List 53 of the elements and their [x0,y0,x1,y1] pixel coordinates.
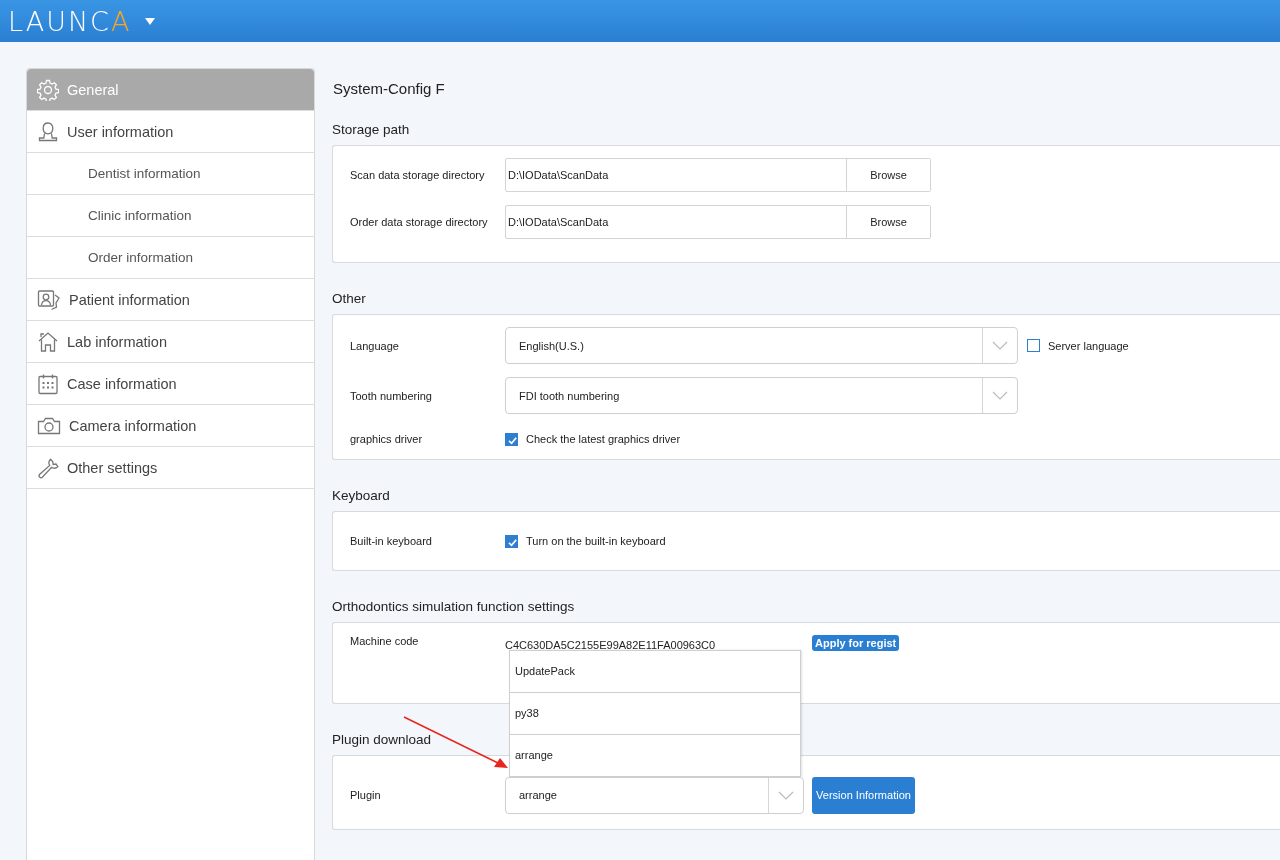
version-button[interactable]: Version Information [812,776,915,814]
section-title: Plugin download [332,731,433,749]
sidebar-item[interactable]: Clinic information [27,195,314,237]
calendar-icon [37,372,59,395]
sidebar-item[interactable]: Case information [27,363,314,405]
wrench-icon [37,456,59,479]
page-title: System-Config F [333,80,445,97]
section-title: Storage path [332,121,411,139]
checkbox-label[interactable]: Turn on the built-in keyboard [526,535,666,547]
sidebar-item[interactable]: Order information [27,237,314,279]
gear-icon [37,78,59,101]
logo: LAUNCA [8,7,132,35]
sidebar-item[interactable]: Dentist information [27,153,314,195]
checkbox-label[interactable]: Server language [1048,339,1129,352]
patient-icon [37,288,61,311]
sidebar-item[interactable]: User information [27,111,314,153]
path-field[interactable]: D:\IOData\ScanData Browse [505,158,931,192]
browse-button[interactable]: Browse [846,159,930,191]
user-icon [37,120,59,143]
sidebar-item[interactable]: Camera information [27,405,314,447]
apply-button[interactable]: Apply for regist [812,635,900,651]
field-label: Tooth numbering [350,389,433,402]
browse-button[interactable]: Browse [846,206,930,238]
section-title: Orthodontics simulation function settings [332,598,576,616]
sidebar-item[interactable]: Patient information [27,279,314,321]
sidebar-item[interactable]: Other settings [27,447,314,489]
field-label: Plugin [350,789,382,801]
chevron-down-icon [992,391,1008,400]
dropdown[interactable]: arrange [505,776,804,814]
machine-code: C4C630DA5C2155E99A82E11FA00963C0 [505,638,717,651]
caret-icon[interactable] [145,17,156,25]
path-field[interactable]: D:\IOData\ScanData Browse [505,205,931,239]
field-label: Order data storage directory [350,216,489,228]
dropdown-option[interactable]: arrange [510,734,800,777]
dropdown-option[interactable]: py38 [510,692,800,735]
checkbox[interactable] [505,534,518,548]
section-title: Other [332,290,367,308]
checkbox[interactable] [1027,339,1040,352]
field-label: Machine code [350,635,420,647]
chevron-down-icon [778,790,794,800]
checkbox-label[interactable]: Check the latest graphics driver [526,433,681,445]
field-label: Scan data storage directory [350,169,486,181]
field-label: Built-in keyboard [350,535,433,547]
dropdown[interactable]: FDI tooth numbering [505,377,1018,414]
dropdown[interactable]: English(U.S.) [505,327,1018,364]
chevron-down-icon [992,341,1008,350]
house-icon [37,330,59,353]
section-title: Keyboard [332,487,391,505]
checkbox[interactable] [505,432,518,446]
sidebar-item[interactable]: Lab information [27,321,314,363]
field-label: Language [350,339,400,352]
dropdown-option[interactable]: UpdatePack [510,650,800,693]
field-label: graphics driver [350,433,424,445]
